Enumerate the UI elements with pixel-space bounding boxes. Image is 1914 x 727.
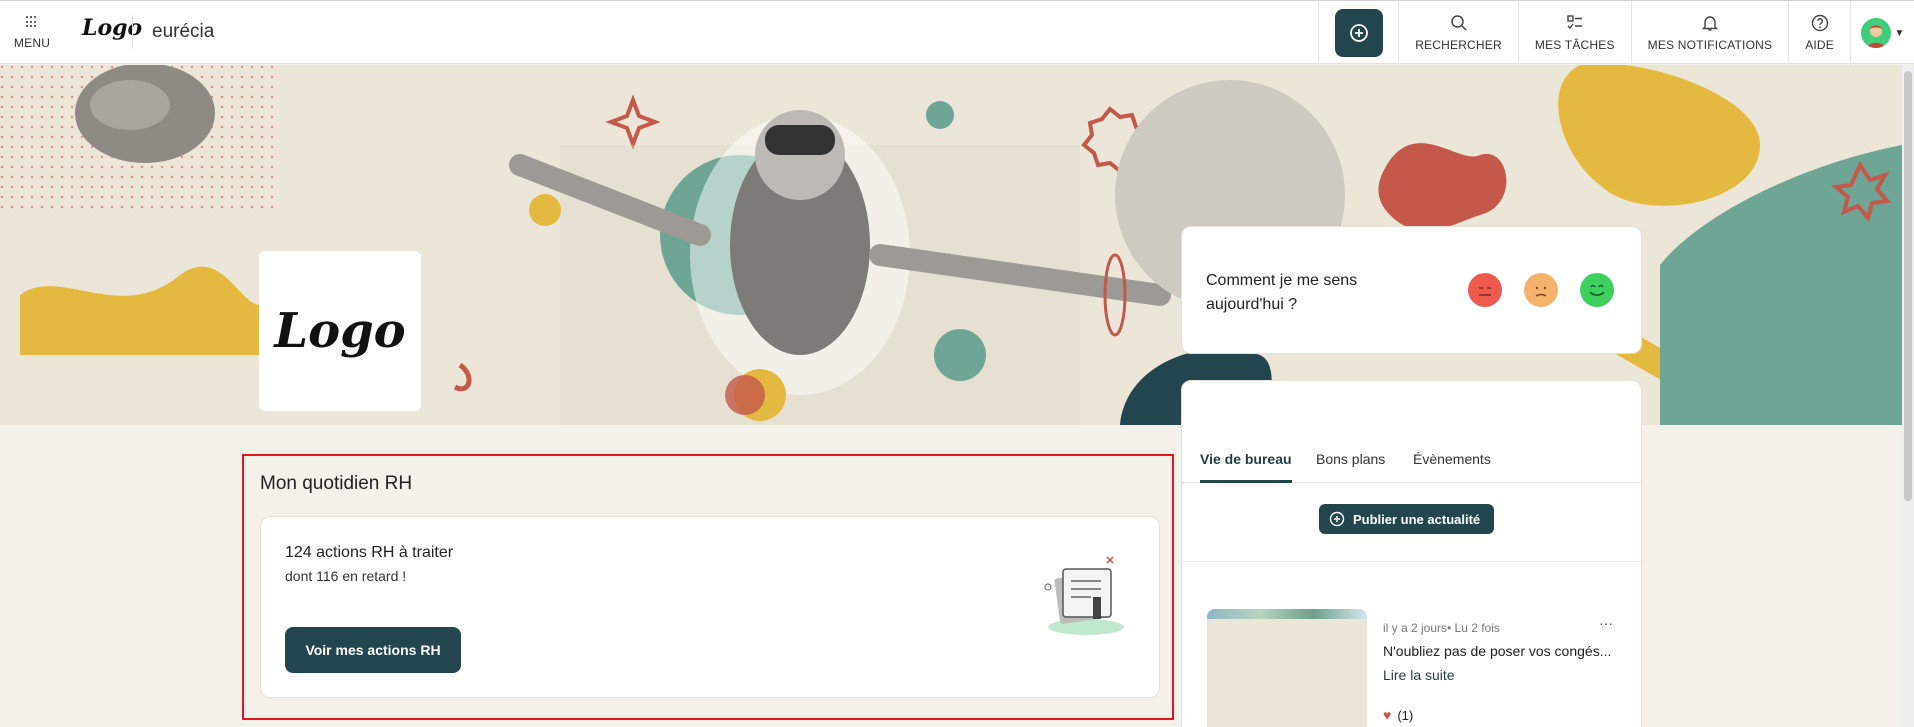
divider — [132, 15, 133, 49]
company-logo: Logo — [259, 251, 421, 411]
page-scrollbar[interactable] — [1902, 65, 1914, 727]
search-icon — [1450, 15, 1467, 31]
help-label: AIDE — [1805, 38, 1834, 52]
divider — [1182, 561, 1641, 562]
tab-evenements[interactable]: Évènements — [1413, 449, 1491, 483]
brand-name: eurécia — [152, 21, 215, 42]
rh-title: Mon quotidien RH — [260, 473, 413, 494]
menu-label: MENU — [13, 36, 51, 50]
mood-bad-button[interactable] — [1468, 273, 1502, 307]
tasks-label: MES TÂCHES — [1534, 38, 1615, 52]
like-button[interactable]: ♥ (1) — [1383, 707, 1413, 723]
news-title[interactable]: N'oubliez pas de poser vos congés... — [1383, 643, 1623, 659]
rh-card: 124 actions RH à traiter dont 116 en ret… — [260, 516, 1160, 698]
top-bar: MENU Logo eurécia RECHERCHER MES TÂCHES … — [0, 0, 1914, 65]
mood-neutral-button[interactable] — [1524, 273, 1558, 307]
user-menu[interactable]: ▼ — [1850, 1, 1914, 65]
mood-question: Comment je me sens aujourd'hui ? — [1206, 272, 1358, 313]
documents-illustration-icon — [1044, 556, 1124, 635]
neutral-face-icon — [1535, 286, 1547, 297]
rh-section: Mon quotidien RH 124 actions RH à traite… — [242, 454, 1174, 720]
search-button[interactable]: RECHERCHER — [1398, 1, 1518, 65]
heart-icon: ♥ — [1383, 707, 1392, 723]
read-more-link[interactable]: Lire la suite — [1383, 667, 1455, 683]
view-rh-actions-button[interactable]: Voir mes actions RH — [285, 627, 461, 673]
avatar — [1860, 18, 1891, 48]
tasks-icon — [1567, 15, 1582, 30]
plus-circle-icon — [1329, 511, 1345, 527]
rh-late-count: dont 116 en retard ! — [285, 568, 407, 584]
news-tabs: Vie de bureau Bons plans Évènements — [1182, 449, 1641, 483]
help-icon — [1811, 14, 1828, 32]
notifications-button[interactable]: MES NOTIFICATIONS — [1630, 1, 1789, 65]
menu-button[interactable]: MENU — [0, 1, 64, 65]
rh-actions-count: 124 actions RH à traiter — [285, 544, 454, 561]
chevron-down-icon: ▼ — [1894, 27, 1905, 39]
tab-vie-de-bureau[interactable]: Vie de bureau — [1200, 449, 1292, 483]
add-button[interactable] — [1318, 1, 1398, 65]
news-meta: il y a 2 jours• Lu 2 fois — [1383, 621, 1500, 635]
notifications-label: MES NOTIFICATIONS — [1647, 38, 1773, 52]
sad-face-icon — [1479, 287, 1491, 296]
publish-news-button[interactable]: Publier une actualité — [1319, 504, 1495, 534]
news-card: Vie de bureau Bons plans Évènements Publ… — [1181, 380, 1642, 727]
grid-icon — [26, 16, 38, 28]
publish-news-label: Publier une actualité — [1353, 511, 1481, 527]
search-label: RECHERCHER — [1415, 38, 1502, 52]
bell-icon — [1701, 16, 1719, 31]
mood-card: Comment je me sens aujourd'hui ? — [1181, 226, 1642, 354]
top-actions: RECHERCHER MES TÂCHES MES NOTIFICATIONS … — [1318, 1, 1914, 65]
top-logo[interactable]: Logo — [82, 15, 142, 41]
like-count: (1) — [1397, 707, 1414, 723]
tasks-button[interactable]: MES TÂCHES — [1517, 1, 1631, 65]
company-logo-text: Logo — [274, 303, 406, 359]
tab-bons-plans[interactable]: Bons plans — [1316, 449, 1385, 483]
mood-happy-button[interactable] — [1580, 273, 1614, 307]
happy-face-icon — [1589, 284, 1605, 296]
plus-circle-icon — [1349, 24, 1368, 42]
help-button[interactable]: AIDE — [1788, 1, 1850, 65]
news-thumbnail[interactable] — [1207, 609, 1367, 727]
more-options-icon[interactable]: ··· — [1599, 615, 1613, 631]
